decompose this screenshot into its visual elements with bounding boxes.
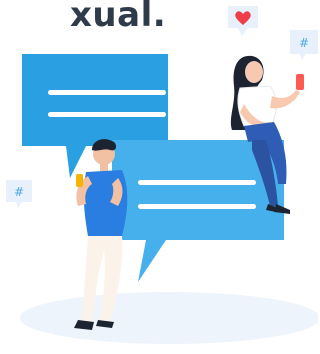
message-line (138, 204, 256, 209)
heart-notification (228, 6, 258, 36)
chat-illustration: # # (6, 6, 318, 344)
hashtag-badge-right: # (290, 30, 318, 60)
phone-icon (296, 74, 304, 90)
phone-icon (76, 174, 83, 187)
hashtag-icon: # (14, 185, 24, 199)
hashtag-badge-left: # (6, 180, 32, 208)
ground-shadow (20, 292, 318, 344)
message-line (138, 180, 256, 185)
message-line (48, 90, 166, 95)
message-line (48, 112, 166, 117)
hashtag-icon: # (299, 36, 309, 50)
